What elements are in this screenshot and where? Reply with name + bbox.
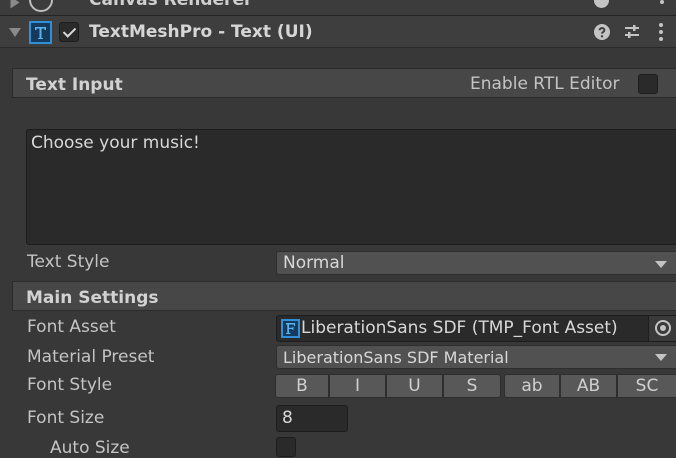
font-size-value: 8 [282,408,293,428]
font-style-smallcaps-button[interactable]: SC [617,374,676,398]
main-settings-section-header: Main Settings [12,281,676,311]
help-icon[interactable] [594,0,609,8]
font-asset-label: Font Asset [27,317,116,337]
text-input-value: Choose your music! [31,133,200,153]
presets-icon[interactable] [623,23,641,41]
material-preset-value: LiberationSans SDF Material [283,348,509,367]
font-style-bold-button[interactable]: B [275,374,329,398]
font-asset-value: LiberationSans SDF (TMP_Font Asset) [301,318,618,338]
help-icon[interactable] [594,24,610,40]
main-settings-section-title: Main Settings [26,288,159,308]
font-size-label: Font Size [27,408,105,428]
font-style-strikethrough-button[interactable]: S [443,374,501,398]
auto-size-checkbox[interactable] [276,437,296,457]
font-style-italic-button[interactable]: I [329,374,386,398]
text-input-section-title: Text Input [26,75,123,95]
canvas-renderer-title: Canvas Renderer [89,0,253,10]
font-asset-icon [281,319,300,338]
material-preset-label: Material Preset [27,347,155,367]
object-picker-icon[interactable] [648,316,676,341]
font-size-input[interactable]: 8 [276,405,348,432]
material-preset-dropdown[interactable]: LiberationSans SDF Material [276,345,676,369]
chevron-down-icon [655,354,667,361]
component-enabled-checkbox[interactable] [59,22,79,42]
kebab-menu-icon[interactable] [660,0,664,4]
font-style-lowercase-button[interactable]: ab [504,374,560,398]
text-style-value: Normal [283,253,345,273]
foldout-arrow-icon[interactable] [10,0,20,9]
textmeshpro-header[interactable]: TextMeshPro - Text (UI) [0,16,676,48]
rtl-editor-label: Enable RTL Editor [470,74,620,94]
text-input-section-header: Text Input Enable RTL Editor [12,68,676,98]
canvas-renderer-icon [29,0,53,12]
font-asset-field[interactable]: LiberationSans SDF (TMP_Font Asset) [276,315,676,342]
component-title: TextMeshPro - Text (UI) [89,22,313,42]
foldout-arrow-icon[interactable] [9,28,21,37]
canvas-renderer-header[interactable]: Canvas Renderer [0,0,676,16]
text-input-area[interactable]: Choose your music! [26,129,676,245]
kebab-menu-icon[interactable] [659,23,663,41]
auto-size-label: Auto Size [50,438,130,458]
font-style-underline-button[interactable]: U [386,374,443,398]
font-style-uppercase-button[interactable]: AB [560,374,617,398]
text-style-dropdown[interactable]: Normal [276,251,676,275]
font-style-label: Font Style [27,375,113,395]
chevron-down-icon [655,261,667,268]
rtl-editor-checkbox[interactable] [638,74,658,94]
text-style-label: Text Style [27,252,110,272]
tmp-text-icon [29,21,52,44]
